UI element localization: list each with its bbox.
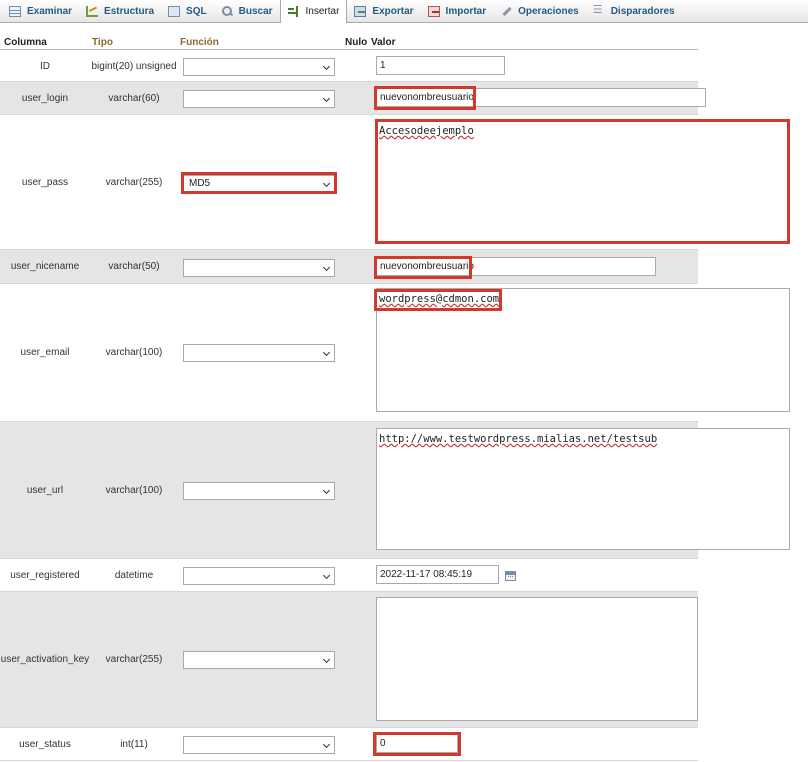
column-type: int(11) [120, 738, 148, 750]
function-select[interactable] [183, 567, 335, 585]
column-type: varchar(60) [108, 92, 160, 104]
value-input[interactable]: nuevonombreusuario [376, 88, 706, 107]
value-input[interactable]: 0 [376, 734, 458, 753]
function-select[interactable] [183, 482, 335, 500]
table-row: user_pass varchar(255) MD5 Accesodeejemp… [0, 115, 790, 250]
function-select[interactable] [183, 344, 335, 362]
sql-icon [168, 5, 181, 17]
chevron-down-icon [322, 571, 331, 580]
value-textarea[interactable]: Accesodeejemplo [376, 120, 790, 242]
chevron-down-icon [322, 655, 331, 664]
tab-estructura[interactable]: Estructura [79, 0, 161, 22]
function-select[interactable] [183, 58, 335, 76]
column-name: user_registered [10, 569, 80, 581]
column-type: bigint(20) unsigned [91, 60, 177, 72]
function-select[interactable] [183, 736, 335, 754]
column-name: user_activation_key [0, 654, 90, 665]
table-row: user_login varchar(60) nuevonombreusuari… [0, 82, 706, 115]
column-name: ID [40, 60, 50, 72]
column-type: varchar(100) [105, 347, 163, 358]
column-name: user_url [26, 484, 64, 496]
column-type: varchar(255) [105, 176, 163, 188]
operations-icon [500, 6, 512, 17]
structure-icon [86, 5, 99, 17]
chevron-down-icon [322, 486, 331, 495]
export-icon [354, 5, 367, 17]
function-select[interactable] [183, 90, 335, 108]
header-nulo: Nulo [345, 37, 368, 48]
table-row: user_registered datetime 2022-11-17 08:4… [0, 559, 698, 592]
chevron-down-icon [322, 62, 331, 71]
column-name: user_nicename [10, 261, 80, 272]
header-columna: Columna [4, 37, 47, 48]
function-select[interactable] [183, 651, 335, 669]
column-type: varchar(50) [108, 261, 160, 272]
table-row: user_email varchar(100) wordpress@cdmon.… [0, 284, 790, 422]
column-name: user_login [21, 92, 69, 104]
value-input[interactable]: nuevonombreusuario [376, 257, 656, 276]
column-type: datetime [114, 569, 154, 581]
tab-buscar[interactable]: Buscar [214, 0, 280, 22]
search-icon [221, 5, 233, 17]
tab-examinar[interactable]: Examinar [2, 0, 79, 22]
tab-disparadores[interactable]: Disparadores [586, 0, 682, 22]
chevron-down-icon [322, 179, 331, 188]
chevron-down-icon [322, 94, 331, 103]
column-name: user_status [19, 738, 71, 750]
tab-insertar[interactable]: Insertar [279, 0, 348, 23]
function-select[interactable]: MD5 [183, 175, 335, 193]
import-icon [427, 5, 440, 17]
column-type: varchar(255) [105, 654, 163, 665]
header-funcion[interactable]: Función [180, 37, 219, 48]
chevron-down-icon [322, 348, 331, 357]
browse-icon [9, 5, 21, 17]
insert-icon [287, 6, 300, 17]
table-header: Columna Tipo Función Nulo Valor [0, 36, 698, 50]
header-valor: Valor [371, 37, 396, 48]
calendar-icon[interactable] [505, 571, 516, 581]
table-row: user_activation_key varchar(255) [0, 592, 698, 728]
value-textarea[interactable]: http://www.testwordpress.mialias.net/tes… [376, 428, 790, 550]
table-row: user_status int(11) 0 [0, 728, 698, 761]
tab-exportar[interactable]: Exportar [347, 0, 420, 22]
column-name: user_email [20, 347, 70, 358]
chevron-down-icon [322, 263, 331, 272]
function-select[interactable] [183, 259, 335, 277]
table-row: user_nicename varchar(50) nuevonombreusu… [0, 250, 698, 284]
tab-operaciones[interactable]: Operaciones [493, 0, 586, 22]
chevron-down-icon [322, 740, 331, 749]
triggers-icon [593, 3, 605, 17]
table-row: ID bigint(20) unsigned 1 [0, 51, 698, 82]
tab-bar: Examinar Estructura SQL Buscar Insertar … [0, 0, 808, 23]
column-type: varchar(100) [105, 484, 163, 496]
value-textarea[interactable]: wordpress@cdmon.com [376, 288, 790, 412]
value-input[interactable]: 1 [376, 56, 505, 75]
value-textarea[interactable] [376, 597, 698, 721]
header-tipo[interactable]: Tipo [92, 37, 113, 48]
datetime-input[interactable]: 2022-11-17 08:45:19 [376, 565, 499, 584]
tab-importar[interactable]: Importar [421, 0, 494, 22]
tab-sql[interactable]: SQL [161, 0, 214, 22]
column-name: user_pass [21, 176, 69, 188]
table-row: user_url varchar(100) http://www.testwor… [0, 422, 790, 559]
